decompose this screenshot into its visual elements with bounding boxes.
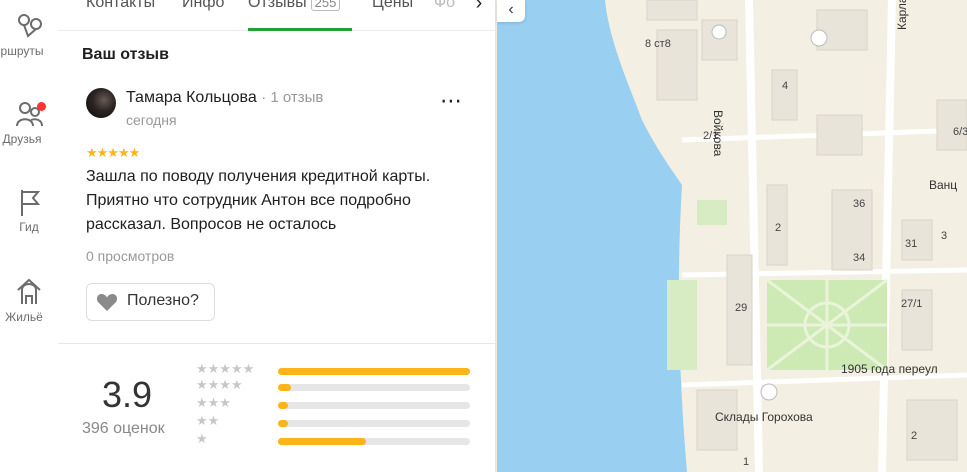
rating-bar-fill — [278, 438, 367, 445]
map-label: 6/3 — [953, 126, 967, 138]
author-separator: · — [261, 89, 271, 106]
map-label: 27/1 — [901, 298, 923, 310]
street-label: 1905 года переул — [841, 362, 938, 376]
tab-photos[interactable]: Фо — [434, 0, 455, 12]
rating-bar-track — [278, 420, 470, 427]
rail-item-friends[interactable]: Друзья — [0, 98, 58, 168]
notification-dot — [37, 102, 46, 111]
rating-count: 396 оценок — [82, 420, 165, 437]
map-label: 2 — [775, 222, 782, 234]
tab-reviews-label: Отзывы — [248, 0, 307, 11]
review-panel: Контакты Инфо Отзывы 255 Цены Фо › Ваш от… — [58, 0, 496, 472]
rail-item-label: ршруты — [0, 44, 44, 58]
rating-bar-track — [278, 368, 470, 375]
tab-reviews[interactable]: Отзывы 255 — [248, 0, 341, 12]
author-name[interactable]: Тамара Кольцова — [126, 89, 257, 106]
rating-bar-track — [278, 384, 470, 391]
map-label: 2 — [911, 430, 918, 442]
review-date: сегодня — [126, 112, 177, 128]
chevron-left-icon: ‹ — [508, 1, 514, 18]
map-label: 34 — [853, 252, 866, 264]
review-section-title: Ваш отзыв — [82, 46, 169, 63]
street-label: Ванц — [929, 178, 958, 192]
review-views: 0 просмотров — [86, 248, 175, 264]
rail-item-guide[interactable]: Гид — [0, 186, 58, 256]
review-author[interactable]: Тамара Кольцова · 1 отзыв — [126, 89, 323, 107]
more-options-icon[interactable]: ⋯ — [440, 90, 463, 112]
route-icon — [18, 14, 42, 38]
housing-icon — [17, 278, 41, 304]
heart-icon — [96, 294, 118, 311]
rail-item-label: Жильё — [5, 310, 43, 324]
rating-bar-track — [278, 438, 470, 445]
tab-info[interactable]: Инфо — [182, 0, 224, 12]
rating-bar-fill — [278, 402, 288, 409]
rating-distribution-row: ★★ — [196, 413, 476, 433]
divider — [58, 343, 495, 344]
rating-row-stars: ★ — [196, 431, 208, 446]
tab-contacts[interactable]: Контакты — [86, 0, 155, 12]
map-label: 31 — [905, 238, 918, 250]
rating-distribution-row: ★★★★ — [196, 377, 476, 397]
rating-row-stars: ★★★★ — [196, 377, 243, 392]
map-label: 4 — [782, 80, 789, 92]
rating-row-stars: ★★★★★ — [196, 361, 255, 376]
street-label: Карла Маркса — [895, 0, 909, 30]
map-label: 29 — [735, 302, 748, 314]
rating-bar-fill — [278, 420, 288, 427]
map-label: 3 — [941, 230, 948, 242]
rating-row-stars: ★★★ — [196, 395, 231, 410]
rating-score: 3.9 — [102, 374, 153, 415]
collapse-panel-button[interactable]: ‹ — [497, 0, 525, 22]
tab-prices[interactable]: Цены — [372, 0, 413, 12]
rating-bar-fill — [278, 368, 470, 375]
rail-item-label: Гид — [19, 220, 39, 234]
left-rail: ршруты Друзья Гид Жильё — [0, 0, 58, 472]
chevron-right-icon: › — [475, 0, 483, 14]
avatar[interactable] — [86, 88, 116, 118]
map[interactable]: 8 ст8 2/1 Войкова Карла Маркса 6/3 Ванц … — [497, 0, 967, 472]
map-label: 8 ст8 — [645, 38, 671, 50]
map-canvas — [497, 0, 967, 472]
rating-distribution-row: ★ — [196, 431, 476, 451]
rating-distribution-row: ★★★ — [196, 395, 476, 415]
rail-item-housing[interactable]: Жильё — [0, 276, 58, 346]
useful-label: Полезно? — [127, 292, 199, 309]
map-poi-label: Склады Горохова — [715, 410, 813, 424]
rating-bar-fill — [278, 384, 292, 391]
review-text: Зашла по поводу получения кредитной карт… — [86, 168, 431, 233]
active-tab-indicator — [248, 28, 352, 31]
rating-row-stars: ★★ — [196, 413, 220, 428]
flag-icon — [21, 190, 41, 216]
author-review-count: 1 отзыв — [270, 89, 324, 106]
rating-bar-track — [278, 402, 470, 409]
rail-item-routes[interactable]: ршруты — [0, 10, 58, 80]
street-label: Войкова — [711, 110, 725, 157]
review-rating-stars: ★★★★★ — [86, 145, 140, 160]
tabs-scroll-right[interactable]: › — [462, 0, 495, 22]
rail-item-label: Друзья — [2, 132, 42, 146]
map-label: 1 — [743, 456, 750, 468]
reviews-count-badge: 255 — [310, 0, 341, 11]
map-label: 36 — [853, 198, 866, 210]
tab-bar: Контакты Инфо Отзывы 255 Цены Фо › — [58, 0, 495, 31]
useful-button[interactable]: Полезно? — [86, 283, 215, 321]
